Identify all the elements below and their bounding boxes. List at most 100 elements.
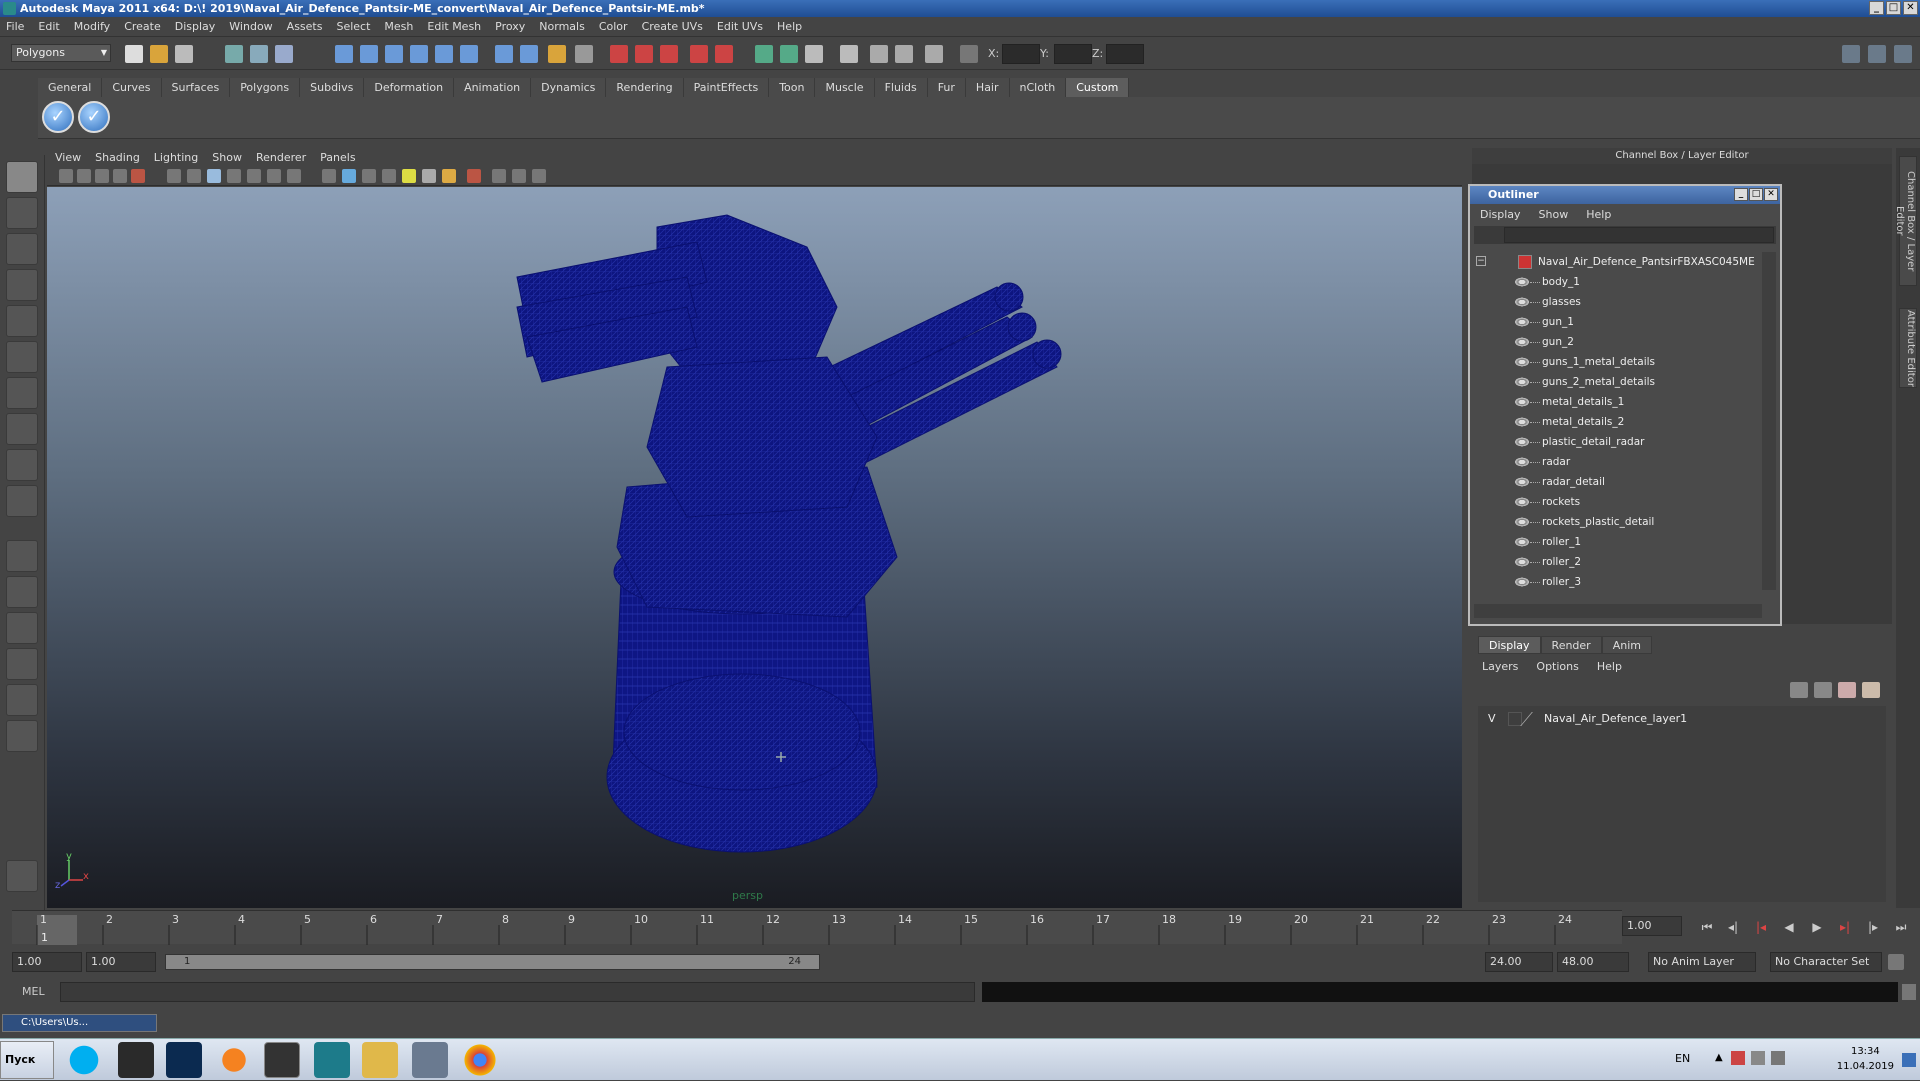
hypershade-icon[interactable] <box>690 45 708 63</box>
tool-settings-icon[interactable] <box>840 45 858 63</box>
volume-tray-icon[interactable] <box>1771 1051 1785 1065</box>
menu-assets[interactable]: Assets <box>287 20 323 33</box>
snap-plane-icon[interactable] <box>410 45 428 63</box>
minimized-window[interactable]: C:\Users\Us... <box>2 1014 157 1032</box>
playback-end-time-field[interactable]: 24.00 <box>1485 952 1553 972</box>
last-tool-icon[interactable] <box>6 485 38 517</box>
outliner-close-button[interactable]: ✕ <box>1764 188 1778 201</box>
outliner-menu-display[interactable]: Display <box>1480 208 1521 221</box>
shelf-tab-fluids[interactable]: Fluids <box>874 78 928 97</box>
range-slider-bar[interactable]: 1 24 <box>165 954 820 970</box>
relative-transform-icon[interactable] <box>870 45 888 63</box>
input-line-icon[interactable] <box>925 45 943 63</box>
zbrush-taskbar-icon[interactable] <box>264 1042 300 1078</box>
hypershade-layout-icon[interactable] <box>6 684 38 716</box>
shadows-icon[interactable] <box>442 169 456 183</box>
new-scene-icon[interactable] <box>125 45 143 63</box>
outliner-item[interactable]: rockets_plastic_detail <box>1474 512 1762 532</box>
outliner-horizontal-scrollbar[interactable] <box>1474 604 1762 618</box>
camera-attributes-icon[interactable] <box>77 169 91 183</box>
custom-checkmark-button-1[interactable]: ✓ <box>42 101 74 133</box>
minimize-button[interactable]: _ <box>1869 1 1884 15</box>
layer-row[interactable]: V Naval_Air_Defence_layer1 <box>1482 710 1882 728</box>
shelf-tab-general[interactable]: General <box>38 78 103 97</box>
snap-surface-icon[interactable] <box>435 45 453 63</box>
layer-color-swatch[interactable] <box>1520 712 1546 726</box>
bookmarks-icon[interactable] <box>95 169 109 183</box>
outliner-item[interactable]: gun_2 <box>1474 332 1762 352</box>
layer-tab-anim[interactable]: Anim <box>1601 636 1652 654</box>
go-to-start-icon[interactable]: ⏮ <box>1698 920 1716 936</box>
attribute-editor-icon[interactable] <box>805 45 823 63</box>
layer-type-toggle[interactable] <box>1508 712 1522 726</box>
single-pane-layout-icon[interactable] <box>6 540 38 572</box>
security-tray-icon[interactable] <box>1731 1051 1745 1065</box>
shelf-tab-custom[interactable]: Custom <box>1066 78 1130 97</box>
select-hierarchy-icon[interactable] <box>225 45 243 63</box>
move-tool-icon[interactable] <box>6 269 38 301</box>
menu-mesh[interactable]: Mesh <box>384 20 413 33</box>
close-button[interactable]: ✕ <box>1903 1 1918 15</box>
animation-end-time-field[interactable]: 48.00 <box>1557 952 1629 972</box>
textured-icon[interactable] <box>382 169 396 183</box>
resolution-gate-icon[interactable] <box>207 169 221 183</box>
grease-pencil-icon[interactable] <box>131 169 145 183</box>
current-time-field[interactable]: 1.00 <box>1622 916 1682 936</box>
outliner-menu-show[interactable]: Show <box>1539 208 1569 221</box>
outliner-item[interactable]: radar_detail <box>1474 472 1762 492</box>
skype-taskbar-icon[interactable] <box>66 1042 102 1078</box>
open-scene-icon[interactable] <box>150 45 168 63</box>
select-tool-icon[interactable] <box>6 161 38 193</box>
image-plane-icon[interactable] <box>113 169 127 183</box>
photoshop-taskbar-icon[interactable] <box>166 1042 202 1078</box>
z-field[interactable] <box>1106 44 1144 64</box>
show-desktop-icon[interactable] <box>1902 1053 1916 1067</box>
go-to-end-icon[interactable]: ⏭ <box>1892 920 1910 936</box>
shelf-tab-fur[interactable]: Fur <box>927 78 966 97</box>
layer-menu-help[interactable]: Help <box>1597 660 1622 673</box>
toggle-sidebar-icon[interactable] <box>1842 45 1860 63</box>
sidebar-toggle-icon[interactable] <box>755 45 773 63</box>
menu-create[interactable]: Create <box>124 20 161 33</box>
menu-edit[interactable]: Edit <box>38 20 59 33</box>
outliner-item[interactable]: roller_1 <box>1474 532 1762 552</box>
shelf-tab-deformation[interactable]: Deformation <box>364 78 455 97</box>
viewport-menu-renderer[interactable]: Renderer <box>256 151 306 164</box>
select-component-icon[interactable] <box>275 45 293 63</box>
perspective-viewport[interactable]: y x z persp <box>47 187 1462 908</box>
save-scene-icon[interactable] <box>175 45 193 63</box>
lasso-tool-icon[interactable] <box>6 197 38 229</box>
xray-joints-icon[interactable] <box>512 169 526 183</box>
outliner-item[interactable]: roller_2 <box>1474 552 1762 572</box>
universal-manipulator-icon[interactable] <box>6 377 38 409</box>
all-lights-icon[interactable] <box>422 169 436 183</box>
shelf-tab-ncloth[interactable]: nCloth <box>1009 78 1067 97</box>
steam-taskbar-icon[interactable] <box>118 1042 154 1078</box>
layer-tab-display[interactable]: Display <box>1478 636 1541 654</box>
language-indicator[interactable]: EN <box>1675 1052 1690 1065</box>
new-layer-selected-icon[interactable] <box>1862 682 1880 698</box>
maya-taskbar-icon[interactable] <box>412 1042 448 1078</box>
move-layer-up-icon[interactable] <box>1790 682 1808 698</box>
snap-curve-icon[interactable] <box>360 45 378 63</box>
outliner-menu-help[interactable]: Help <box>1586 208 1611 221</box>
layer-tab-render[interactable]: Render <box>1540 636 1602 654</box>
shelf-tab-muscle[interactable]: Muscle <box>815 78 875 97</box>
wireframe-icon[interactable] <box>322 169 336 183</box>
3dsmax-taskbar-icon[interactable] <box>314 1042 350 1078</box>
step-forward-frame-icon[interactable]: |▸ <box>1864 920 1882 936</box>
quick-layout-icon[interactable] <box>6 860 38 892</box>
outliner-item[interactable]: guns_2_metal_details <box>1474 372 1762 392</box>
show-hidden-icons-icon[interactable]: ▲ <box>1715 1052 1723 1063</box>
auto-key-icon[interactable] <box>1888 954 1904 970</box>
viewport-menu-shading[interactable]: Shading <box>95 151 140 164</box>
outliner-item[interactable]: guns_1_metal_details <box>1474 352 1762 372</box>
outliner-item[interactable]: body_1 <box>1474 272 1762 292</box>
step-forward-key-icon[interactable]: ▸| <box>1836 920 1854 936</box>
film-gate-icon[interactable] <box>187 169 201 183</box>
input-ops-icon[interactable] <box>548 45 566 63</box>
field-chart-icon[interactable] <box>247 169 261 183</box>
dopesheet-layout-icon[interactable] <box>6 720 38 752</box>
menu-modify[interactable]: Modify <box>74 20 110 33</box>
script-editor-icon[interactable] <box>1902 984 1916 1000</box>
